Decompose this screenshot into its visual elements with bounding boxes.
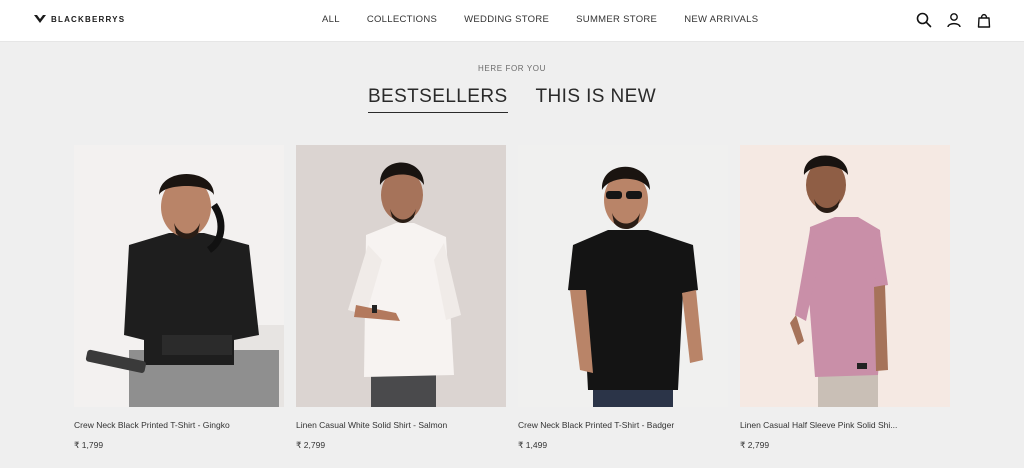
account-icon[interactable] — [946, 12, 962, 28]
product-card[interactable]: Linen Casual White Solid Shirt - Salmon … — [296, 145, 506, 451]
product-image[interactable] — [740, 145, 950, 407]
product-photo-illustration — [740, 145, 950, 407]
product-image[interactable] — [518, 145, 728, 407]
brand-name: BLACKBERRYS — [51, 14, 126, 24]
product-card[interactable]: Crew Neck Black Printed T-Shirt - Gingko… — [74, 145, 284, 451]
product-image[interactable] — [296, 145, 506, 407]
header-actions — [916, 12, 992, 28]
product-price: ₹ 1,499 — [518, 440, 548, 450]
product-price: ₹ 2,799 — [296, 440, 326, 450]
product-name[interactable]: Linen Casual Half Sleeve Pink Solid Shi.… — [740, 420, 950, 430]
product-price: ₹ 1,799 — [74, 440, 104, 450]
shirt-shape — [364, 223, 454, 377]
product-name[interactable]: Crew Neck Black Printed T-Shirt - Badger — [518, 420, 728, 430]
brand-logo[interactable]: BLACKBERRYS — [34, 14, 125, 24]
section-eyebrow: HERE FOR YOU — [478, 64, 546, 73]
product-card[interactable]: Crew Neck Black Printed T-Shirt - Badger… — [518, 145, 728, 451]
site-header: BLACKBERRYS ALL COLLECTIONS WEDDING STOR… — [0, 0, 1024, 42]
product-image[interactable] — [74, 145, 284, 407]
nav-item-wedding-store[interactable]: WEDDING STORE — [464, 14, 549, 25]
product-card[interactable]: Linen Casual Half Sleeve Pink Solid Shi.… — [740, 145, 950, 451]
tab-bestsellers[interactable]: BESTSELLERS — [367, 86, 508, 113]
product-grid: Crew Neck Black Printed T-Shirt - Gingko… — [74, 145, 950, 451]
product-photo-illustration — [74, 145, 284, 407]
main-nav: ALL COLLECTIONS WEDDING STORE SUMMER STO… — [322, 14, 785, 25]
nav-item-summer-store[interactable]: SUMMER STORE — [576, 14, 657, 25]
nav-item-collections[interactable]: COLLECTIONS — [367, 14, 437, 25]
nav-item-new-arrivals[interactable]: NEW ARRIVALS — [684, 14, 758, 25]
product-price: ₹ 2,799 — [740, 440, 770, 450]
product-name[interactable]: Crew Neck Black Printed T-Shirt - Gingko — [74, 420, 284, 430]
blackberrys-logo-icon — [34, 15, 46, 23]
search-icon[interactable] — [916, 12, 932, 28]
product-name[interactable]: Linen Casual White Solid Shirt - Salmon — [296, 420, 506, 430]
nav-item-all[interactable]: ALL — [322, 14, 340, 25]
product-photo-illustration — [296, 145, 506, 407]
tab-this-is-new[interactable]: THIS IS NEW — [536, 86, 657, 113]
product-photo-illustration — [518, 145, 728, 407]
product-tabs: BESTSELLERS THIS IS NEW — [0, 86, 1024, 113]
shirt-shape — [808, 217, 885, 377]
bag-icon[interactable] — [976, 12, 992, 28]
